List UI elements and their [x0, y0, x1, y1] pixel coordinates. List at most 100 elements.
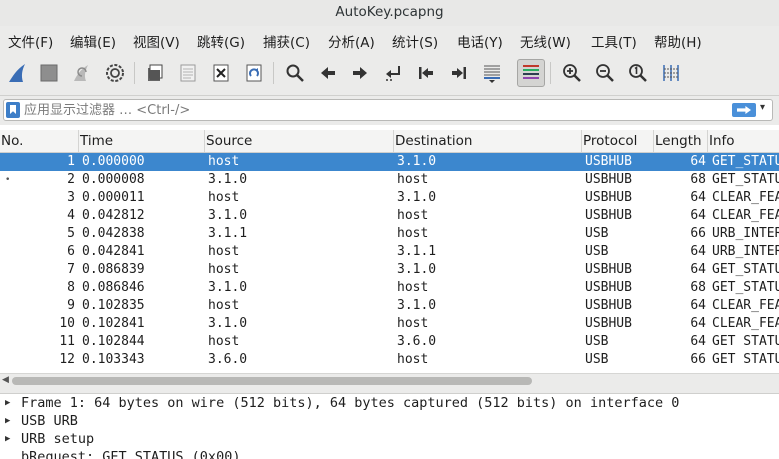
packet-row[interactable]: 6 0.042841 host 3.1.1 USB 64 URB_INTERRUPT — [0, 243, 779, 261]
menu-help[interactable]: 帮助(H) — [654, 31, 702, 51]
expand-arrow-icon[interactable]: ▶ — [5, 430, 10, 448]
menu-analyze[interactable]: 分析(A) — [328, 31, 375, 51]
packet-row[interactable]: 7 0.086839 host 3.1.0 USBHUB 64 GET_STATUS — [0, 261, 779, 279]
detail-tree-item[interactable]: ▶ Frame 1: 64 bytes on wire (512 bits), 6… — [0, 394, 779, 412]
packet-row[interactable]: 8 0.086846 3.1.0 host USBHUB 68 GET_STATUS — [0, 279, 779, 297]
menu-tools[interactable]: 工具(T) — [591, 31, 637, 51]
packet-row[interactable]: 10 0.102841 3.1.0 host USBHUB 64 CLEAR_FEATURE — [0, 315, 779, 333]
reload-file-icon[interactable] — [240, 59, 268, 87]
cell-protocol: USBHUB — [585, 172, 632, 187]
display-filter-input[interactable] — [24, 101, 724, 119]
column-header-source[interactable]: Source — [205, 130, 394, 152]
shark-fin-start-icon[interactable] — [4, 59, 32, 87]
cell-source: host — [208, 244, 240, 259]
packet-row[interactable]: 9 0.102835 host 3.1.0 USBHUB 64 CLEAR_FEATURE — [0, 297, 779, 315]
packet-row[interactable]: •20.0000083.1.0hostUSBHUB68GET_STATUS — [0, 171, 779, 189]
column-header-time[interactable]: Time — [79, 130, 205, 152]
cell-info: URB_INTERRUPT — [712, 244, 779, 259]
packet-row[interactable]: 1 0.000000 host 3.1.0 USBHUB 64 GET_STATUS — [0, 153, 779, 171]
capture-options-gear-icon[interactable] — [101, 59, 129, 87]
scroll-left-arrow-icon[interactable]: ◀ — [2, 375, 9, 385]
packet-row[interactable]: 11 0.102844 host 3.6.0 USB 64 GET STATUS — [0, 333, 779, 351]
cell-protocol: USB — [585, 244, 609, 259]
cell-length: 64 — [690, 316, 706, 331]
filter-dropdown-icon[interactable]: ▾ — [760, 102, 765, 113]
packet-row[interactable]: 3 0.000011 host 3.1.0 USBHUB 64 CLEAR_FEATURE — [0, 189, 779, 207]
expand-arrow-icon[interactable]: ▶ — [5, 394, 10, 412]
cell-info: CLEAR_FEATURE — [712, 190, 779, 205]
detail-tree-item[interactable]: ▶ USB URB — [0, 412, 779, 430]
cell-no: 11 — [59, 334, 75, 349]
cell-length: 64 — [690, 208, 706, 223]
cell-time: 0.086846 — [82, 280, 145, 295]
menu-view[interactable]: 视图(V) — [133, 31, 180, 51]
cell-time: 0.102841 — [82, 316, 145, 331]
go-forward-icon[interactable] — [346, 59, 374, 87]
packet-row[interactable]: 5 0.042838 3.1.1 host USB 66 URB_INTERRUPT — [0, 225, 779, 243]
packet-list-hscrollbar[interactable]: ◀ — [0, 373, 779, 388]
stop-capture-icon[interactable] — [35, 59, 63, 87]
cell-destination: host — [397, 316, 429, 331]
packet-row[interactable]: 13 0.103360 host 3.1.0 USBHUB 64 GET_STATUS — [0, 369, 779, 371]
cell-protocol: USB — [585, 334, 609, 349]
first-packet-icon[interactable] — [412, 59, 440, 87]
close-file-icon[interactable] — [207, 59, 235, 87]
menu-capture[interactable]: 捕获(C) — [263, 31, 310, 51]
cell-length: 68 — [690, 172, 706, 187]
filter-bookmark-icon[interactable] — [6, 102, 20, 118]
packet-row[interactable]: 4 0.042812 3.1.0 host USBHUB 64 CLEAR_FEATURE — [0, 207, 779, 225]
packet-row[interactable]: 12 0.103343 3.6.0 host USB 66 GET STATUS — [0, 351, 779, 369]
cell-info: URB_INTERRUPT — [712, 226, 779, 241]
save-file-icon[interactable] — [174, 59, 202, 87]
open-file-icon[interactable] — [141, 59, 169, 87]
colorize-icon[interactable] — [517, 59, 545, 87]
detail-tree-item[interactable]: ▶ URB setup — [0, 430, 779, 448]
find-packet-icon[interactable] — [281, 59, 309, 87]
last-packet-icon[interactable] — [445, 59, 473, 87]
column-header-destination[interactable]: Destination — [394, 130, 582, 152]
menu-go[interactable]: 跳转(G) — [197, 31, 245, 51]
restart-capture-icon[interactable] — [68, 59, 96, 87]
cell-destination: host — [397, 352, 429, 367]
cell-info: CLEAR_FEATURE — [712, 208, 779, 223]
column-header-length[interactable]: Length — [654, 130, 708, 152]
cell-source: host — [208, 369, 392, 371]
resize-columns-icon[interactable] — [657, 59, 685, 87]
display-filter-bar: ▾ — [0, 96, 779, 125]
menu-statistics[interactable]: 统计(S) — [392, 31, 438, 51]
cell-destination: host — [397, 280, 429, 295]
apply-filter-arrow-icon[interactable] — [732, 103, 756, 117]
cell-no: 9 — [67, 298, 75, 313]
cell-length: 66 — [690, 226, 706, 241]
cell-destination: 3.6.0 — [397, 334, 437, 349]
zoom-in-icon[interactable] — [558, 59, 586, 87]
cell-length: 68 — [690, 280, 706, 295]
menu-file[interactable]: 文件(F) — [8, 31, 53, 51]
go-to-packet-icon[interactable] — [379, 59, 407, 87]
cell-time: 0.000011 — [82, 190, 145, 205]
cell-destination: 3.1.1 — [397, 244, 437, 259]
cell-length: 66 — [690, 352, 706, 367]
menu-wireless[interactable]: 无线(W) — [520, 31, 571, 51]
zoom-normal-icon[interactable] — [624, 59, 652, 87]
column-header-no[interactable]: No. — [0, 130, 79, 152]
detail-tree-item[interactable]: bRequest: GET_STATUS (0x00) — [0, 448, 779, 459]
cell-source: host — [208, 190, 240, 205]
autoscroll-icon[interactable] — [478, 59, 506, 87]
go-back-icon[interactable] — [314, 59, 342, 87]
cell-length: 64 — [690, 334, 706, 349]
cell-time: 0.042812 — [82, 208, 145, 223]
zoom-out-icon[interactable] — [591, 59, 619, 87]
cell-time: 0.102844 — [82, 334, 145, 349]
column-header-info[interactable]: Info — [708, 130, 779, 152]
menu-telephony[interactable]: 电话(Y) — [457, 31, 503, 51]
menu-edit[interactable]: 编辑(E) — [70, 31, 116, 51]
cell-destination: 3.1.0 — [397, 298, 437, 313]
cell-no: 4 — [67, 208, 75, 223]
scrollbar-thumb[interactable] — [12, 377, 532, 385]
column-header-protocol[interactable]: Protocol — [582, 130, 654, 152]
cell-no: 6 — [67, 244, 75, 259]
cell-length: 64 — [690, 154, 706, 169]
expand-arrow-icon[interactable]: ▶ — [5, 412, 10, 430]
cell-source: 3.1.0 — [208, 280, 248, 295]
